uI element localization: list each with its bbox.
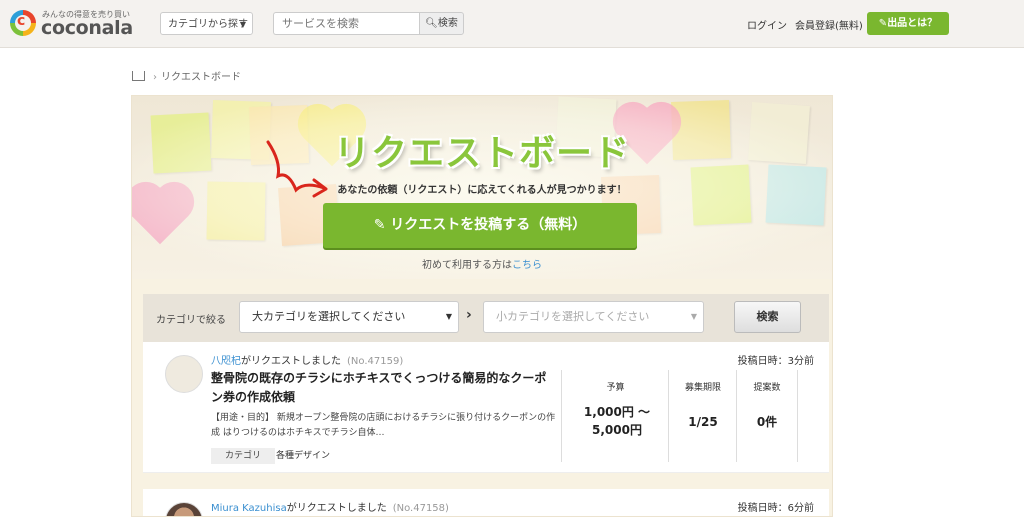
avatar[interactable]	[165, 355, 203, 393]
logo-text: coconala	[41, 17, 133, 39]
proposals-stat: 提案数 0件	[736, 370, 798, 462]
post-service-button[interactable]: ✎出品とは？	[867, 12, 949, 35]
minor-category-select[interactable]: 小カテゴリを選択してください ▼	[483, 301, 704, 333]
filter-search-button[interactable]: 検索	[734, 301, 801, 333]
search-input[interactable]	[273, 12, 419, 35]
category-browse-button[interactable]: カテゴリから探す ▼	[160, 12, 253, 35]
hero-title: リクエストボード	[333, 133, 630, 174]
request-board-panel: リクエストボード あなたの依頼（リクエスト）に応えてくれる人が見つかります！ ✎…	[131, 95, 833, 517]
request-title[interactable]: 整骨院の既存のチラシにホチキスでくっつける簡易的なクーポン券の作成依頼	[211, 369, 551, 407]
breadcrumb-separator: ›	[153, 72, 157, 83]
proposals-value: 0件	[756, 415, 778, 429]
request-description: 【用途・目的】 新規オープン整骨院の店頭におけるチラシに張り付けるクーポンの作成…	[211, 413, 556, 438]
caret-down-icon: ▼	[690, 312, 697, 321]
request-user-link[interactable]: 八咫杞	[211, 356, 241, 367]
register-link[interactable]: 会員登録(無料)	[795, 17, 863, 32]
first-time-link[interactable]: こちら	[512, 260, 542, 271]
pencil-icon: ✎	[878, 18, 888, 29]
hero-banner: リクエストボード あなたの依頼（リクエスト）に応えてくれる人が見つかります！ ✎…	[132, 96, 832, 279]
search-button[interactable]: 🔍︎検索	[419, 12, 464, 35]
pencil-icon: ✎	[373, 217, 391, 233]
request-number: (No.47158)	[392, 503, 449, 514]
category-tag-label: カテゴリ	[211, 448, 276, 464]
chevron-right-icon: ›	[466, 307, 472, 323]
login-link[interactable]: ログイン	[747, 17, 787, 32]
request-user-link[interactable]: Miura Kazuhisa	[211, 503, 287, 514]
deadline-value: 1/25	[688, 415, 718, 429]
request-card[interactable]: Miura Kazuhisaがリクエストしました (No.47158) 投稿日時：…	[143, 489, 829, 516]
major-category-select[interactable]: 大カテゴリを選択してください ▼	[239, 301, 459, 333]
caret-down-icon: ▼	[445, 312, 452, 321]
site-header: c みんなの得意を売り買い coconala カテゴリから探す ▼ 🔍︎検索 ロ…	[0, 0, 1024, 48]
coconala-logo[interactable]: c みんなの得意を売り買い coconala	[10, 9, 150, 41]
budget-stat: 予算 1,000円 ～ 5,000円	[561, 370, 669, 462]
breadcrumb-current: リクエストボード	[161, 72, 241, 83]
caret-down-icon: ▼	[239, 20, 246, 29]
posted-time: 投稿日時：3分前	[737, 356, 814, 367]
request-author-line: 八咫杞がリクエストしました (No.47159)	[211, 356, 404, 367]
posted-time: 投稿日時：6分前	[737, 503, 814, 514]
category-filter-bar: カテゴリで絞る 大カテゴリを選択してください ▼ › 小カテゴリを選択してくださ…	[143, 294, 829, 342]
category-browse-label: カテゴリから探す	[168, 19, 248, 30]
breadcrumb: › リクエストボード	[132, 68, 241, 83]
hero-subtitle: あなたの依頼（リクエスト）に応えてくれる人が見つかります！	[337, 185, 627, 196]
request-author-line: Miura Kazuhisaがリクエストしました (No.47158)	[211, 503, 449, 514]
home-icon[interactable]	[132, 71, 145, 81]
filter-label: カテゴリで絞る	[156, 315, 226, 326]
search-icon: 🔍︎	[425, 18, 438, 29]
post-request-button[interactable]: ✎ リクエストを投稿する（無料）	[323, 203, 637, 248]
deadline-stat: 募集期限 1/25	[668, 370, 737, 462]
category-tag-value[interactable]: 各種デザイン	[276, 448, 330, 464]
request-number: (No.47159)	[347, 356, 404, 367]
first-time-note: 初めて利用する方はこちら	[422, 260, 542, 271]
request-card[interactable]: 八咫杞がリクエストしました (No.47159) 投稿日時：3分前 整骨院の既存の…	[143, 342, 829, 473]
budget-value: 1,000円 ～ 5,000円	[583, 405, 651, 437]
